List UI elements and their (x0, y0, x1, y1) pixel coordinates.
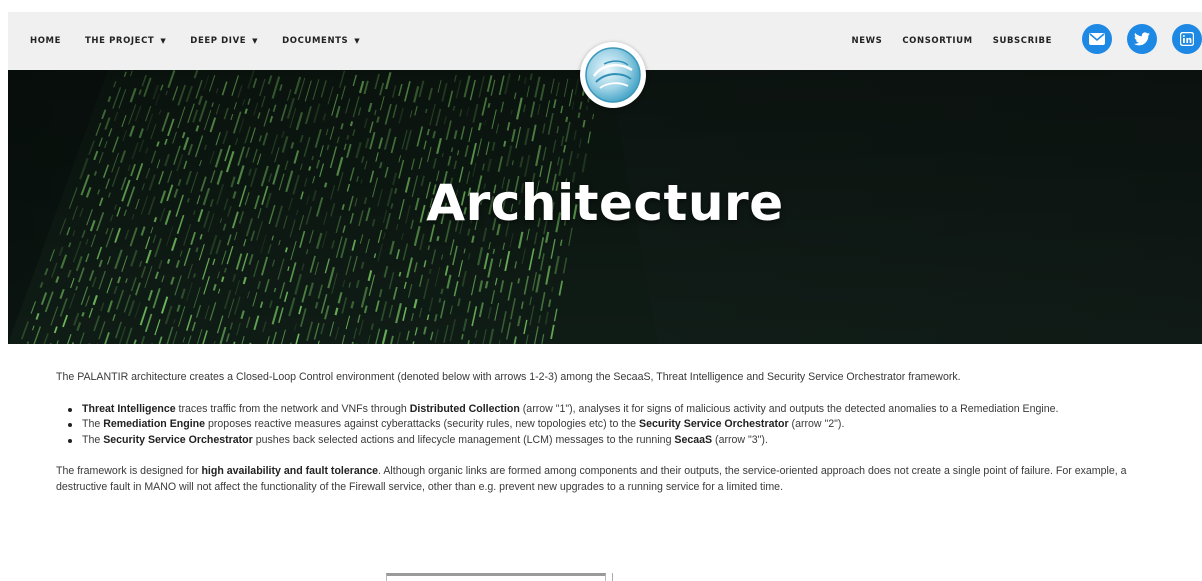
nav-deep-dive-label: DEEP DIVE (190, 36, 247, 46)
bold-term: Threat Intelligence (82, 402, 176, 415)
email-button[interactable] (1082, 24, 1112, 54)
nav-left: HOME THE PROJECT ▼ DEEP DIVE ▼ DOCUMENTS… (30, 36, 384, 46)
twitter-icon (1134, 32, 1150, 46)
linkedin-icon (1180, 32, 1194, 46)
list-text: The (82, 433, 104, 446)
intro-paragraph: The PALANTIR architecture creates a Clos… (56, 371, 961, 383)
nav-the-project-label: THE PROJECT (85, 36, 155, 46)
bold-term: SecaaS (674, 433, 713, 446)
palantir-logo-icon (585, 47, 641, 103)
architecture-diagram-preview (386, 573, 606, 581)
nav-news-label: NEWS (851, 36, 883, 46)
nav-right: NEWS CONSORTIUM SUBSCRIBE (831, 12, 1052, 70)
hero-banner: Architecture (8, 70, 1202, 344)
nav-home[interactable]: HOME (30, 36, 61, 46)
list-text: proposes reactive measures against cyber… (205, 418, 640, 430)
page: HOME THE PROJECT ▼ DEEP DIVE ▼ DOCUMENTS… (0, 0, 1202, 581)
nav-subscribe-label: SUBSCRIBE (992, 36, 1052, 46)
site-logo[interactable] (580, 42, 646, 108)
nav-home-label: HOME (30, 36, 62, 46)
main-content: The PALANTIR architecture creates a Clos… (56, 370, 1176, 495)
nav-documents[interactable]: DOCUMENTS ▼ (282, 36, 360, 46)
nav-consortium-label: CONSORTIUM (902, 36, 973, 46)
social-links (1082, 24, 1202, 54)
email-icon (1089, 33, 1105, 45)
chevron-down-icon: ▼ (160, 37, 167, 45)
list-text: The (82, 418, 104, 430)
bold-term: high availability and fault tolerance (201, 465, 379, 477)
nav-subscribe[interactable]: SUBSCRIBE (993, 36, 1052, 46)
twitter-button[interactable] (1127, 24, 1157, 54)
closed-loop-list: Threat Intelligence traces traffic from … (68, 402, 1176, 449)
list-text: pushes back selected actions and lifecyc… (252, 433, 675, 446)
list-item: Threat Intelligence traces traffic from … (68, 402, 1176, 418)
linkedin-button[interactable] (1172, 24, 1202, 54)
bold-term: Security Service Orchestrator (639, 418, 789, 430)
list-item: The Security Service Orchestrator pushes… (68, 433, 1176, 449)
list-text: (arrow "3"). (712, 433, 768, 446)
list-text: traces traffic from the network and VNFs… (175, 402, 410, 415)
nav-news[interactable]: NEWS (851, 36, 882, 46)
nav-documents-label: DOCUMENTS (282, 36, 349, 46)
nav-consortium[interactable]: CONSORTIUM (902, 36, 972, 46)
nav-the-project[interactable]: THE PROJECT ▼ (85, 36, 166, 46)
list-text: (arrow "2"). (788, 418, 845, 430)
chevron-down-icon: ▼ (252, 37, 259, 45)
bold-term: Remediation Engine (103, 418, 206, 430)
closing-text: The framework is designed for (56, 465, 202, 477)
bold-term: Distributed Collection (409, 402, 520, 415)
divider (612, 573, 613, 581)
closing-paragraph: The framework is designed for high avail… (56, 464, 1176, 495)
nav-deep-dive[interactable]: DEEP DIVE ▼ (190, 36, 258, 46)
list-item: The Remediation Engine proposes reactive… (68, 417, 1176, 433)
page-title: Architecture (426, 174, 784, 232)
bold-term: Security Service Orchestrator (103, 433, 253, 446)
list-text: (arrow "1"), analyses it for signs of ma… (519, 402, 1059, 415)
chevron-down-icon: ▼ (354, 37, 361, 45)
